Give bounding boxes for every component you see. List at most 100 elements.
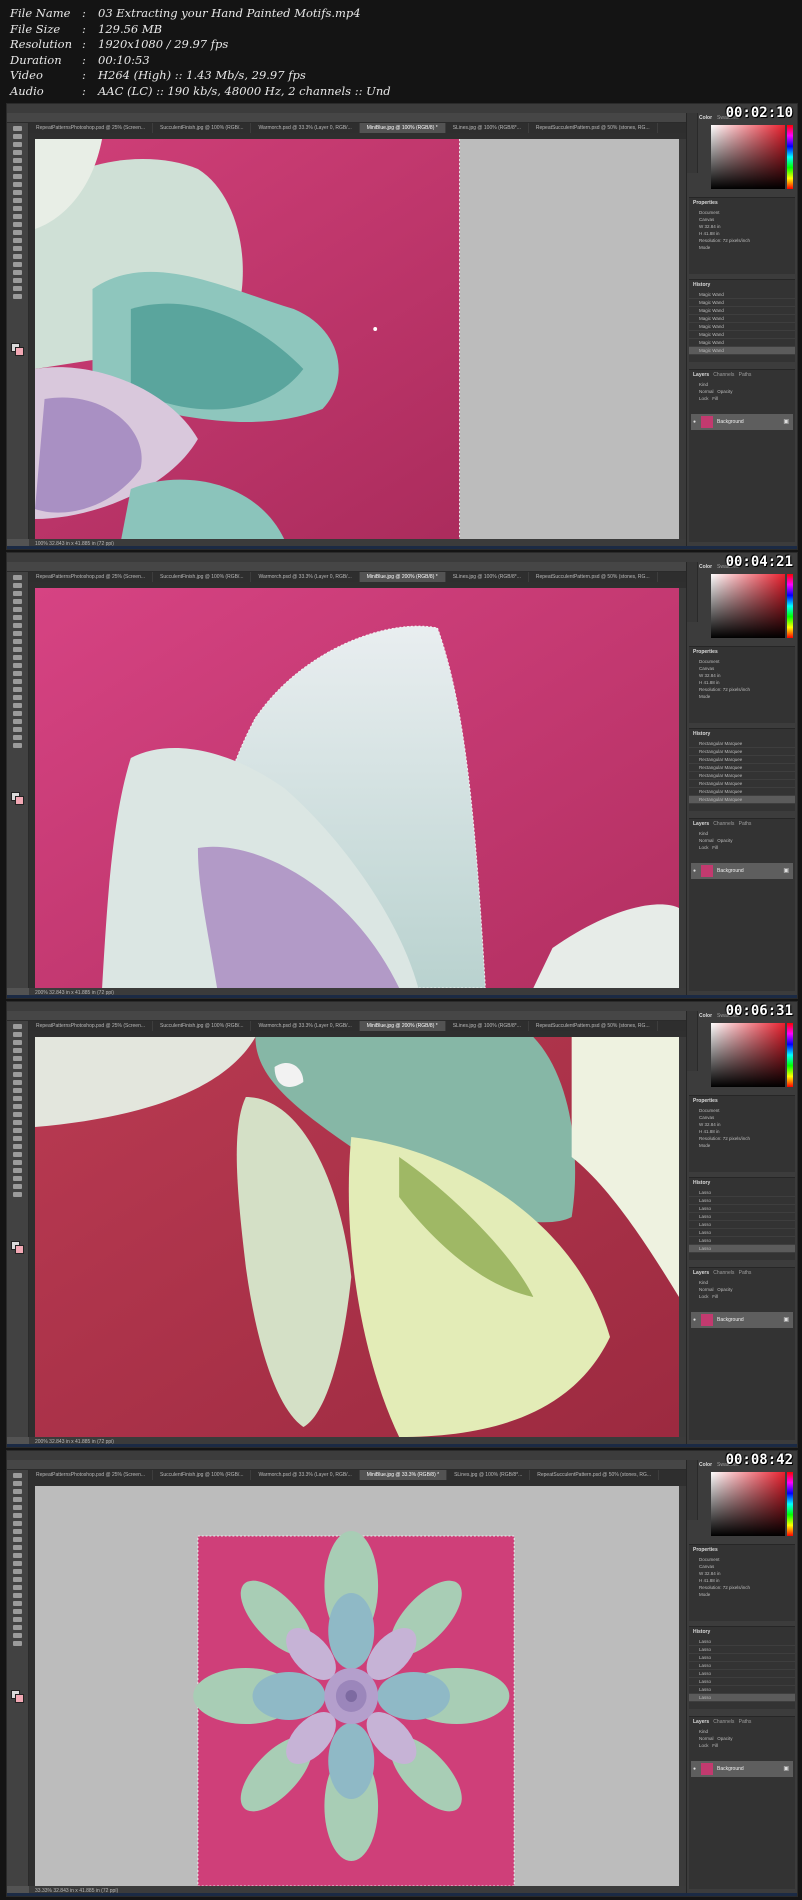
lock-row[interactable]: Lock Fill	[689, 1742, 795, 1749]
tool-icon[interactable]	[13, 639, 22, 644]
tool-icon[interactable]	[13, 182, 22, 187]
document-tab[interactable]: RepeatPatternsPhotoshop.psd @ 25% (Scree…	[29, 1470, 154, 1480]
tool-icon[interactable]	[13, 1617, 22, 1622]
document-tab[interactable]: RepeatPatternsPhotoshop.psd @ 25% (Scree…	[29, 1021, 154, 1031]
document-tab[interactable]: RepeatSucculentPattern.psd @ 50% (stones…	[529, 572, 658, 582]
tool-icon[interactable]	[13, 575, 22, 580]
lock-icon[interactable]: ▣	[783, 867, 789, 874]
history-item[interactable]: Lasso	[689, 1229, 795, 1237]
history-item[interactable]: Magic Wand	[689, 331, 795, 339]
tab-paths[interactable]: Paths	[739, 372, 752, 378]
canvas-width[interactable]: W 32.84 in	[689, 672, 795, 679]
tab-color[interactable]: Color	[699, 1013, 712, 1019]
document-tab[interactable]: RepeatSucculentPattern.psd @ 50% (stones…	[529, 123, 658, 133]
tool-icon[interactable]	[13, 1144, 22, 1149]
tool-icon[interactable]	[13, 1184, 22, 1189]
tool-icon[interactable]	[13, 1032, 22, 1037]
tool-icon[interactable]	[13, 262, 22, 267]
layer-filter-kind[interactable]: Kind	[689, 1728, 795, 1735]
tool-icon[interactable]	[13, 1080, 22, 1085]
document-tab[interactable]: SLines.jpg @ 100% (RGB/8*...	[446, 1021, 529, 1031]
tool-icon[interactable]	[13, 671, 22, 676]
layer-filter-kind[interactable]: Kind	[689, 381, 795, 388]
document-tab[interactable]: MiniBlue.jpg @ 200% (RGB/8) *	[359, 1021, 446, 1031]
tool-icon[interactable]	[13, 1024, 22, 1029]
history-item[interactable]: Magic Wand	[689, 307, 795, 315]
tool-icon[interactable]	[13, 1056, 22, 1061]
document-tab[interactable]: RepeatPatternsPhotoshop.psd @ 25% (Scree…	[29, 123, 154, 133]
document-tab[interactable]: SLines.jpg @ 100% (RGB/8*...	[446, 123, 529, 133]
document-tab[interactable]: Warmorch.psd @ 33.3% (Layer 0, RGB/...	[251, 572, 360, 582]
tool-icon[interactable]	[13, 1128, 22, 1133]
history-item[interactable]: Lasso	[689, 1686, 795, 1694]
eye-icon[interactable]: ●	[693, 419, 696, 425]
tool-icon[interactable]	[13, 1529, 22, 1534]
tool-icon[interactable]	[13, 727, 22, 732]
color-picker-field[interactable]	[711, 574, 785, 638]
tool-icon[interactable]	[13, 1152, 22, 1157]
canvas-height[interactable]: H 41.88 in	[689, 230, 795, 237]
document-tab[interactable]: SLines.jpg @ 100% (RGB/8*...	[447, 1470, 531, 1480]
tab-paths[interactable]: Paths	[739, 821, 752, 827]
tab-channels[interactable]: Channels	[713, 1719, 734, 1725]
history-item[interactable]: Magic Wand	[689, 291, 795, 299]
tool-icon[interactable]	[13, 1088, 22, 1093]
canvas-height[interactable]: H 41.88 in	[689, 1128, 795, 1135]
tool-icon[interactable]	[13, 1601, 22, 1606]
tool-icon[interactable]	[13, 591, 22, 596]
history-item[interactable]: Lasso	[689, 1654, 795, 1662]
tool-icon[interactable]	[13, 1120, 22, 1125]
lock-icon[interactable]: ▣	[783, 1316, 789, 1323]
tool-icon[interactable]	[13, 278, 22, 283]
history-item[interactable]: Lasso	[689, 1237, 795, 1245]
tool-icon[interactable]	[13, 1633, 22, 1638]
tool-icon[interactable]	[13, 1609, 22, 1614]
hue-slider[interactable]	[787, 125, 793, 189]
history-item[interactable]: Lasso	[689, 1213, 795, 1221]
history-item[interactable]: Rectangular Marquee	[689, 748, 795, 756]
eye-icon[interactable]: ●	[693, 1766, 696, 1772]
lock-row[interactable]: Lock Fill	[689, 1293, 795, 1300]
color-picker-field[interactable]	[711, 1472, 785, 1536]
document-tab[interactable]: RepeatSucculentPattern.psd @ 50% (stones…	[529, 1021, 658, 1031]
history-item[interactable]: Lasso	[689, 1670, 795, 1678]
blend-mode-row[interactable]: Normal Opacity	[689, 388, 795, 395]
lock-row[interactable]: Lock Fill	[689, 844, 795, 851]
tool-icon[interactable]	[13, 1577, 22, 1582]
tool-icon[interactable]	[13, 150, 22, 155]
tool-icon[interactable]	[13, 1064, 22, 1069]
tool-icon[interactable]	[13, 294, 22, 299]
tool-icon[interactable]	[13, 1489, 22, 1494]
color-picker-field[interactable]	[711, 125, 785, 189]
history-item[interactable]: Rectangular Marquee	[689, 788, 795, 796]
history-item[interactable]: Rectangular Marquee	[689, 796, 795, 804]
tab-layers[interactable]: Layers	[693, 372, 709, 378]
history-item[interactable]: Lasso	[689, 1197, 795, 1205]
tool-icon[interactable]	[13, 1505, 22, 1510]
tool-icon[interactable]	[13, 206, 22, 211]
tool-icon[interactable]	[13, 254, 22, 259]
tool-icon[interactable]	[13, 1192, 22, 1197]
tool-icon[interactable]	[13, 679, 22, 684]
document-tab[interactable]: SLines.jpg @ 100% (RGB/8*...	[446, 572, 529, 582]
history-item[interactable]: Lasso	[689, 1638, 795, 1646]
tool-icon[interactable]	[13, 1521, 22, 1526]
canvas-width[interactable]: W 32.84 in	[689, 1570, 795, 1577]
blend-mode-row[interactable]: Normal Opacity	[689, 837, 795, 844]
document-tab[interactable]: MiniBlue.jpg @ 33.3% (RGB/8) *	[359, 1470, 448, 1480]
tool-icon[interactable]	[13, 214, 22, 219]
history-item[interactable]: Magic Wand	[689, 339, 795, 347]
history-item[interactable]: Magic Wand	[689, 323, 795, 331]
document-canvas[interactable]	[35, 139, 679, 539]
tool-icon[interactable]	[13, 607, 22, 612]
tool-icon[interactable]	[13, 142, 22, 147]
history-item[interactable]: Rectangular Marquee	[689, 756, 795, 764]
blend-mode-select[interactable]: Normal	[699, 838, 714, 843]
tool-icon[interactable]	[13, 1553, 22, 1558]
layer-row[interactable]: ● Background ▣	[691, 863, 793, 879]
canvas-width[interactable]: W 32.84 in	[689, 223, 795, 230]
tool-icon[interactable]	[13, 1561, 22, 1566]
document-tab[interactable]: RepeatPatternsPhotoshop.psd @ 25% (Scree…	[29, 572, 154, 582]
tool-icon[interactable]	[13, 1168, 22, 1173]
document-canvas[interactable]	[35, 588, 679, 988]
